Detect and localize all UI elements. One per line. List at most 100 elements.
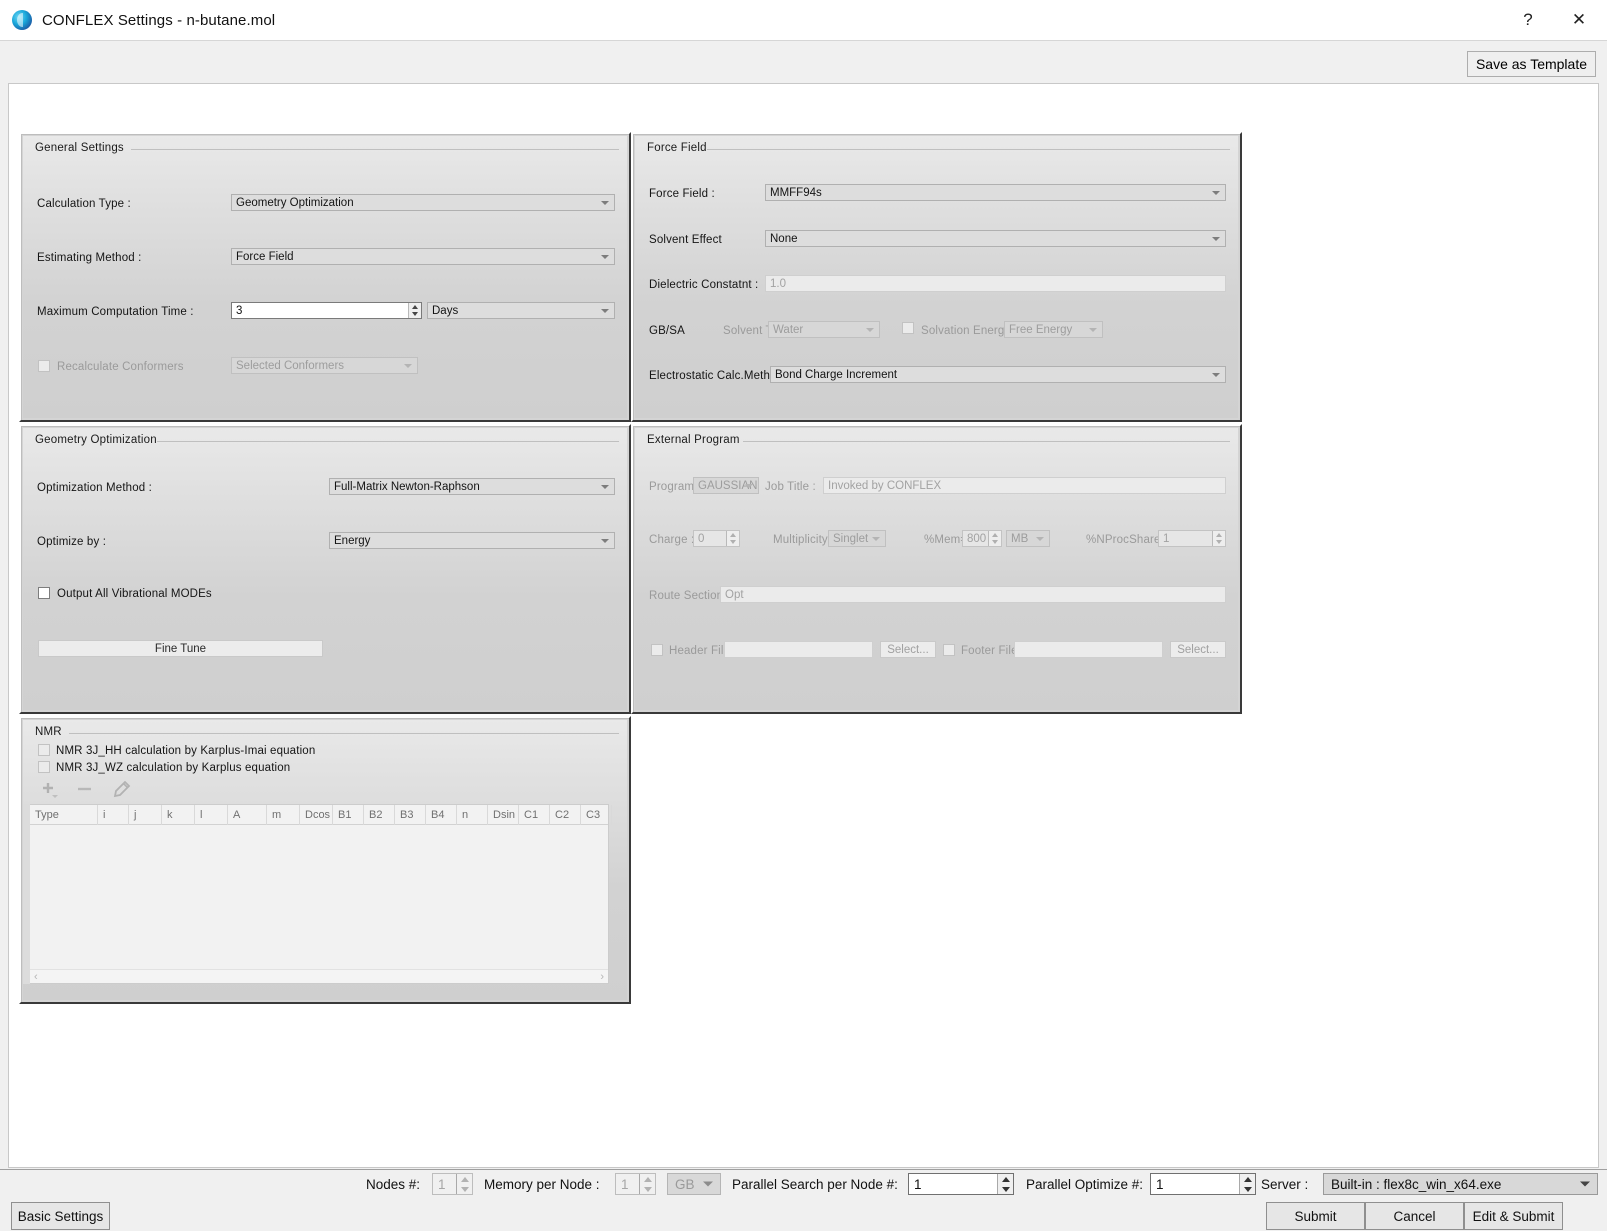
solvent-effect-label: Solvent Effect (649, 234, 722, 246)
solvation-energy-select[interactable]: Free Energy (1004, 321, 1103, 338)
nmr-horizontal-scrollbar[interactable]: ‹ › (30, 969, 608, 983)
nmr-col-k[interactable]: k (162, 805, 195, 825)
max-computation-time-unit-select[interactable]: Days (427, 302, 615, 319)
stepper-up[interactable] (989, 531, 1001, 539)
stepper-up[interactable] (998, 1174, 1013, 1184)
job-title-input[interactable]: Invoked by CONFLEX (823, 477, 1226, 494)
nmr-jwz-checkbox[interactable] (38, 761, 50, 773)
stepper-down[interactable] (640, 1184, 655, 1194)
multiplicity-select[interactable]: Singlet (828, 530, 886, 547)
recalculate-conformers-checkbox[interactable] (38, 360, 50, 372)
close-icon[interactable]: ✕ (1551, 0, 1607, 40)
nmr-col-dsin[interactable]: Dsin (488, 805, 519, 825)
max-time-stepper[interactable] (408, 303, 421, 318)
nodes-input[interactable]: 1 (432, 1173, 473, 1195)
optimize-by-value: Energy (334, 534, 371, 547)
force-field-select[interactable]: MMFF94s (765, 184, 1226, 201)
stepper-up[interactable] (409, 303, 421, 311)
save-as-template-button[interactable]: Save as Template (1466, 51, 1596, 77)
stepper-down[interactable] (1213, 539, 1225, 547)
nmr-col-b2[interactable]: B2 (364, 805, 395, 825)
nmr-col-n[interactable]: n (457, 805, 488, 825)
nmr-vertical-scroll-gutter[interactable] (23, 804, 30, 984)
nmr-col-b1[interactable]: B1 (333, 805, 364, 825)
optimize-by-select[interactable]: Energy (329, 532, 615, 549)
nmr-col-type[interactable]: Type (30, 805, 98, 825)
fine-tune-button[interactable]: Fine Tune (38, 640, 323, 657)
stepper-up[interactable] (457, 1174, 472, 1184)
stepper-down[interactable] (989, 539, 1001, 547)
stepper-up[interactable] (727, 531, 739, 539)
nmr-col-a[interactable]: A (228, 805, 267, 825)
electrostatic-method-select[interactable]: Bond Charge Increment (770, 366, 1226, 383)
stepper-down[interactable] (457, 1184, 472, 1194)
parallel-optimize-stepper[interactable] (1239, 1174, 1255, 1194)
dielectric-constant-input[interactable]: 1.0 (765, 275, 1226, 292)
output-all-vibrational-modes-checkbox[interactable] (38, 587, 50, 599)
cancel-button[interactable]: Cancel (1365, 1202, 1464, 1230)
nmr-parameters-table[interactable]: Type i j k l A m Dcos B1 B2 B3 B4 n Dsin (29, 804, 612, 984)
add-icon[interactable] (39, 780, 61, 800)
nprocshared-stepper[interactable] (1212, 531, 1225, 546)
footer-file-checkbox[interactable] (943, 644, 955, 656)
estimating-method-select[interactable]: Force Field (231, 248, 615, 265)
mem-unit-select[interactable]: MB (1006, 530, 1050, 547)
stepper-down[interactable] (998, 1184, 1013, 1194)
mem-input[interactable]: 800 (962, 530, 1002, 547)
stepper-down[interactable] (1240, 1184, 1255, 1194)
general-settings-panel: General Settings Calculation Type : Geom… (19, 132, 631, 422)
nmr-col-m[interactable]: m (267, 805, 300, 825)
nodes-stepper[interactable] (456, 1174, 472, 1194)
calculation-type-select[interactable]: Geometry Optimization (231, 194, 615, 211)
help-icon[interactable]: ? (1505, 0, 1551, 40)
solvation-energy-checkbox[interactable] (902, 322, 914, 334)
optimization-method-select[interactable]: Full-Matrix Newton-Raphson (329, 478, 615, 495)
recalculate-scope-select[interactable]: Selected Conformers (231, 357, 418, 374)
footer-file-select-button[interactable]: Select... (1170, 641, 1226, 658)
max-computation-time-input[interactable]: 3 (231, 302, 422, 319)
memory-unit-select[interactable]: GB (667, 1173, 721, 1195)
memory-per-node-input[interactable]: 1 (615, 1173, 656, 1195)
basic-settings-button[interactable]: Basic Settings (11, 1202, 110, 1230)
header-file-select-button[interactable]: Select... (880, 641, 936, 658)
program-select[interactable]: GAUSSIAN (693, 477, 759, 494)
memory-stepper[interactable] (639, 1174, 655, 1194)
nmr-col-l[interactable]: l (195, 805, 228, 825)
server-select[interactable]: Built-in : flex8c_win_x64.exe (1323, 1173, 1598, 1195)
nmr-col-j[interactable]: j (129, 805, 162, 825)
remove-icon[interactable] (75, 780, 97, 800)
scroll-left-icon[interactable]: ‹ (30, 971, 42, 983)
nmr-jhh-checkbox[interactable] (38, 744, 50, 756)
parallel-search-stepper[interactable] (997, 1174, 1013, 1194)
solvent-type-select[interactable]: Water (768, 321, 880, 338)
mem-stepper[interactable] (988, 531, 1001, 546)
edit-and-submit-button[interactable]: Edit & Submit (1464, 1202, 1563, 1230)
nmr-table-body[interactable] (30, 825, 608, 969)
nmr-col-i[interactable]: i (98, 805, 129, 825)
stepper-up[interactable] (640, 1174, 655, 1184)
nmr-col-dcos[interactable]: Dcos (300, 805, 333, 825)
submit-button[interactable]: Submit (1266, 1202, 1365, 1230)
route-section-input[interactable]: Opt (720, 586, 1226, 603)
stepper-up[interactable] (1240, 1174, 1255, 1184)
chevron-down-icon (601, 484, 609, 489)
header-file-checkbox[interactable] (651, 644, 663, 656)
charge-input[interactable]: 0 (693, 530, 740, 547)
parallel-search-input[interactable]: 1 (908, 1173, 1014, 1195)
nmr-col-b4[interactable]: B4 (426, 805, 457, 825)
stepper-down[interactable] (409, 311, 421, 319)
charge-stepper[interactable] (726, 531, 739, 546)
parallel-optimize-input[interactable]: 1 (1150, 1173, 1256, 1195)
edit-pencil-icon[interactable] (111, 780, 133, 800)
solvent-effect-select[interactable]: None (765, 230, 1226, 247)
nprocshared-input[interactable]: 1 (1158, 530, 1226, 547)
stepper-down[interactable] (727, 539, 739, 547)
footer-file-input[interactable] (1014, 641, 1163, 658)
scroll-right-icon[interactable]: › (596, 971, 608, 983)
header-file-input[interactable] (724, 641, 873, 658)
nmr-col-c3[interactable]: C3 (581, 805, 612, 825)
stepper-up[interactable] (1213, 531, 1225, 539)
nmr-col-c2[interactable]: C2 (550, 805, 581, 825)
nmr-col-c1[interactable]: C1 (519, 805, 550, 825)
nmr-col-b3[interactable]: B3 (395, 805, 426, 825)
